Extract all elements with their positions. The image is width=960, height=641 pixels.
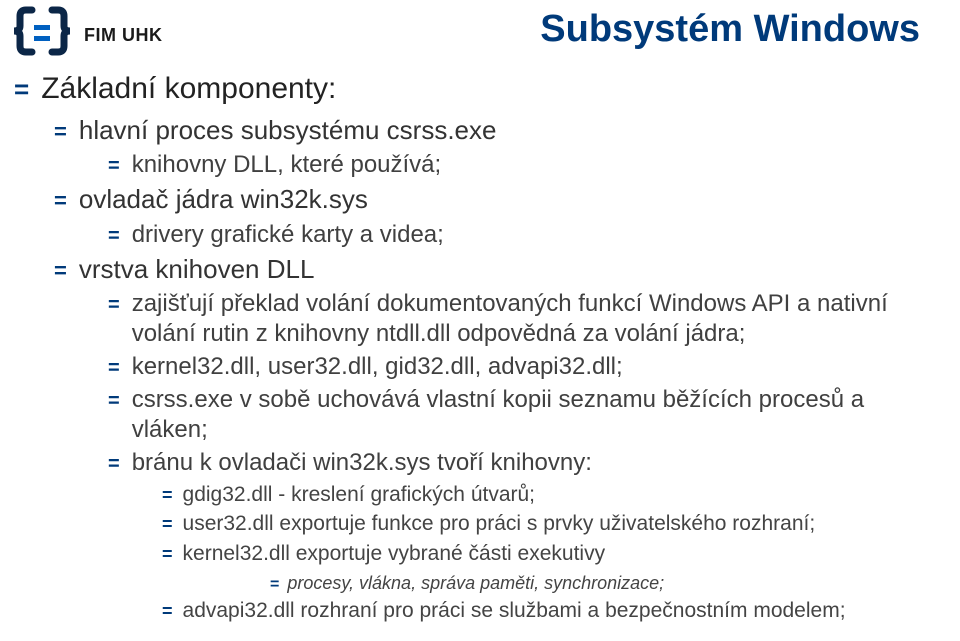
list-text: knihovny DLL, které používá; — [132, 150, 442, 180]
list-text: bránu k ovladači win32k.sys tvoří knihov… — [132, 448, 592, 478]
bullet-eq-icon — [270, 569, 279, 595]
list-item: hlavní proces subsystému csrss.exe — [54, 114, 920, 147]
bullet-eq-icon — [108, 291, 120, 317]
list-text: kernel32.dll, user32.dll, gid32.dll, adv… — [132, 352, 623, 382]
bullet-eq-icon — [162, 481, 173, 507]
list-item: bránu k ovladači win32k.sys tvoří knihov… — [108, 448, 920, 478]
list-text: gdig32.dll - kreslení grafických útvarů; — [183, 482, 536, 508]
slide-title-bar: Subsystém Windows — [470, 8, 920, 51]
bullet-eq-icon — [14, 76, 29, 104]
list-item: zajišťují překlad volání dokumentovaných… — [108, 289, 920, 349]
list-item: procesy, vlákna, správa paměti, synchron… — [270, 569, 920, 595]
list-item: user32.dll exportuje funkce pro práci s … — [162, 510, 920, 537]
list-item: vrstva knihoven DLL — [54, 253, 920, 286]
list-item: gdig32.dll - kreslení grafických útvarů; — [162, 481, 920, 508]
bullet-eq-icon — [162, 510, 173, 536]
bullet-eq-icon — [108, 387, 120, 413]
list-text: ovladač jádra win32k.sys — [79, 183, 368, 216]
brace-equals-icon — [10, 6, 74, 65]
bullet-eq-icon — [162, 540, 173, 566]
bullet-eq-icon — [108, 354, 120, 380]
bullet-eq-icon — [54, 258, 67, 284]
list-text: drivery grafické karty a videa; — [132, 220, 444, 250]
slide: FIM UHK Subsystém Windows Základní kompo… — [0, 0, 960, 641]
list-item: Základní komponenty: — [14, 70, 920, 108]
list-text: user32.dll exportuje funkce pro práci s … — [183, 511, 816, 537]
list-item: kernel32.dll exportuje vybrané části exe… — [162, 540, 920, 567]
list-text: kernel32.dll exportuje vybrané části exe… — [183, 541, 606, 567]
bullet-eq-icon — [108, 152, 120, 178]
list-item: ovladač jádra win32k.sys — [54, 183, 920, 216]
list-text: procesy, vlákna, správa paměti, synchron… — [287, 572, 664, 595]
bullet-eq-icon — [54, 119, 67, 145]
bullet-eq-icon — [108, 450, 120, 476]
logo-label: FIM UHK — [84, 25, 163, 46]
list-item: kernel32.dll, user32.dll, gid32.dll, adv… — [108, 352, 920, 382]
bullet-eq-icon — [54, 188, 67, 214]
list-text: zajišťují překlad volání dokumentovaných… — [132, 289, 920, 349]
bullet-eq-icon — [162, 597, 173, 623]
list-item: drivery grafické karty a videa; — [108, 220, 920, 250]
bullet-eq-icon — [108, 222, 120, 248]
list-text: Základní komponenty: — [41, 70, 336, 108]
list-item: knihovny DLL, které používá; — [108, 150, 920, 180]
list-item: csrss.exe v sobě uchovává vlastní kopii … — [108, 385, 920, 445]
slide-title: Subsystém Windows — [470, 8, 920, 51]
list-text: csrss.exe v sobě uchovává vlastní kopii … — [132, 385, 920, 445]
list-text: advapi32.dll rozhraní pro práci se služb… — [183, 598, 846, 624]
list-text: hlavní proces subsystému csrss.exe — [79, 114, 497, 147]
list-item: advapi32.dll rozhraní pro práci se služb… — [162, 597, 920, 624]
slide-content: Základní komponenty: hlavní proces subsy… — [14, 70, 920, 641]
list-text: vrstva knihoven DLL — [79, 253, 315, 286]
logo: FIM UHK — [10, 6, 163, 65]
